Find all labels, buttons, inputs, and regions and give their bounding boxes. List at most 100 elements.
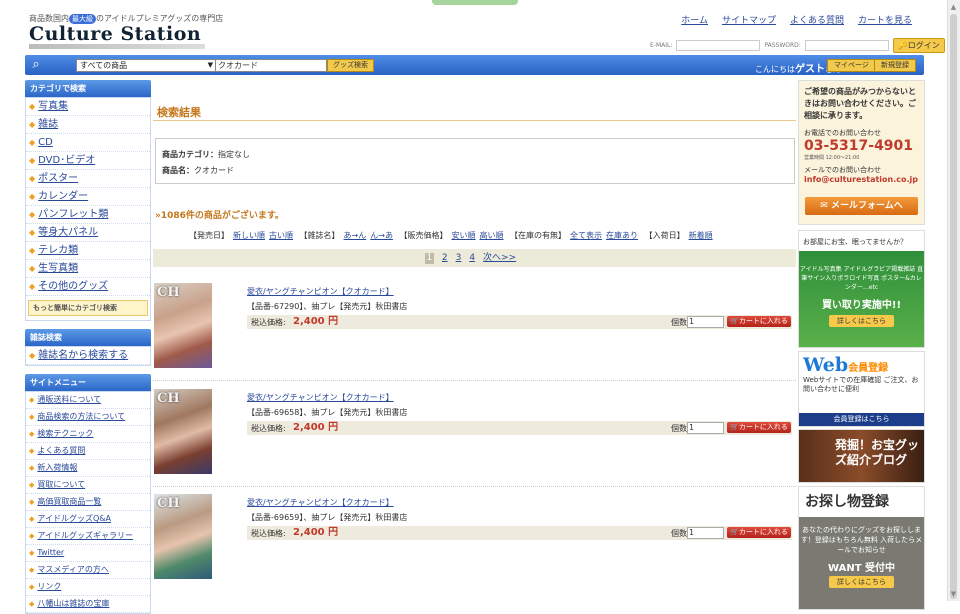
- quantity-label: 個数: [671, 529, 687, 538]
- category-item[interactable]: ◆ カレンダー: [26, 188, 150, 206]
- goods-search-button[interactable]: グッズ検索: [327, 59, 374, 72]
- add-to-cart-label: カートに入れる: [738, 423, 788, 431]
- quantity-input[interactable]: 1: [687, 316, 724, 328]
- site-menu-item[interactable]: ◆ 商品検索の方法について: [26, 409, 150, 426]
- page-link[interactable]: 4: [469, 253, 475, 263]
- email-field[interactable]: [676, 40, 761, 51]
- buyback-title: 買い取り実施中!!: [821, 300, 902, 311]
- mail-form-button[interactable]: ✉ メールフォームへ: [805, 197, 918, 215]
- scroll-down-icon[interactable]: ▼: [950, 589, 957, 599]
- sort-link[interactable]: 新しい順: [233, 231, 265, 240]
- want-more-button[interactable]: 詳しくはこちら: [829, 576, 894, 588]
- category-label: 写真集: [38, 101, 69, 112]
- envelope-icon: ✉: [820, 201, 828, 211]
- category-item[interactable]: ◆ ポスター: [26, 170, 150, 188]
- sort-link[interactable]: 古い順: [269, 231, 293, 240]
- link-faq[interactable]: よくある質問: [790, 13, 844, 26]
- sort-link[interactable]: 安い順: [452, 231, 476, 240]
- category-select[interactable]: すべての商品 ▼: [76, 59, 216, 72]
- category-item[interactable]: ◆ パンフレット類: [26, 206, 150, 224]
- category-item[interactable]: ◆ 等身大パネル: [26, 224, 150, 242]
- password-label: PASSWORD:: [764, 42, 801, 49]
- category-item[interactable]: ◆ 雑誌: [26, 116, 150, 134]
- quantity-input[interactable]: 1: [687, 527, 724, 539]
- register-button[interactable]: 新規登録: [874, 59, 916, 72]
- sort-link[interactable]: 新着順: [689, 231, 713, 240]
- site-logo[interactable]: Culture Station: [29, 23, 201, 45]
- blog-banner[interactable]: 発掘！お宝グッズ紹介ブログ: [798, 429, 925, 483]
- want-banner[interactable]: お探し物登録 あなたの代わりにグッズをお探しします！登録はもちろん無料 入荷した…: [798, 486, 925, 610]
- site-menu-label: 通販送料について: [37, 395, 102, 404]
- product-thumbnail[interactable]: CH: [154, 283, 212, 368]
- product-title[interactable]: 愛衣/ヤングチャンピオン【クオカード】: [247, 286, 394, 297]
- site-menu-item[interactable]: ◆ よくある質問: [26, 443, 150, 460]
- link-home[interactable]: ホーム: [681, 13, 708, 26]
- category-item[interactable]: ◆ CD: [26, 134, 150, 152]
- buyback-more-button[interactable]: 詳しくはこちら: [829, 315, 894, 327]
- keyword-input[interactable]: クオカード: [215, 59, 327, 72]
- item-divider: [153, 380, 796, 381]
- scrollbar[interactable]: ▲ ▼: [947, 0, 960, 601]
- scrollbar-thumb[interactable]: [950, 14, 957, 599]
- add-to-cart-button[interactable]: 🛒カートに入れる: [727, 316, 791, 327]
- category-item[interactable]: ◆ 写真集: [26, 98, 150, 116]
- site-menu-label: よくある質問: [37, 446, 86, 455]
- sort-group-label: 【在庫の有無】: [510, 231, 567, 240]
- sort-link[interactable]: あ→ん: [344, 231, 367, 240]
- site-menu-item[interactable]: ◆ 通販送料について: [26, 392, 150, 409]
- site-menu-item[interactable]: ◆ 高価買取商品一覧: [26, 494, 150, 511]
- sort-group-label: 【入荷日】: [644, 231, 685, 240]
- web-member-button[interactable]: 会員登録はこちら: [799, 413, 924, 426]
- magazine-header: 雑誌検索: [25, 329, 151, 346]
- site-menu-item[interactable]: ◆ 検索テクニック: [26, 426, 150, 443]
- site-menu-item[interactable]: ◆ マスメディアの方へ: [26, 562, 150, 579]
- product-thumbnail[interactable]: CH: [154, 494, 212, 579]
- mail-address[interactable]: info@culturestation.co.jp: [804, 175, 919, 184]
- link-cart[interactable]: カートを見る: [858, 13, 912, 26]
- sort-link[interactable]: 全て表示: [570, 231, 602, 240]
- category-item[interactable]: ◆ テレカ類: [26, 242, 150, 260]
- category-item[interactable]: ◆ 生写真類: [26, 260, 150, 278]
- category-easy-search-button[interactable]: もっと簡単にカテゴリ検索: [28, 300, 148, 316]
- site-menu-item[interactable]: ◆ 新入荷情報: [26, 460, 150, 477]
- sort-link[interactable]: 在庫あり: [606, 231, 638, 240]
- site-menu-item[interactable]: ◆ Twitter: [26, 545, 150, 562]
- login-button[interactable]: 🔑ログイン: [892, 38, 945, 53]
- product-thumbnail[interactable]: CH: [154, 389, 212, 474]
- condition-category-label: 商品カテゴリ：: [162, 150, 218, 159]
- web-member-banner[interactable]: Web会員登録 Webサイトでの在庫確認 ご注文、お問い合わせに便利 会員登録は…: [798, 351, 925, 427]
- category-label: テレカ類: [38, 245, 79, 256]
- page-link[interactable]: 3: [456, 253, 462, 263]
- magazine-search-link[interactable]: ◆ 雑誌名から検索する: [26, 347, 150, 365]
- password-field[interactable]: [804, 40, 889, 51]
- site-menu-label: マスメディアの方へ: [37, 565, 109, 574]
- product-item: CH 愛衣/ヤングチャンピオン【クオカード】 【品番-67290】、抽プレ【発売…: [153, 279, 796, 381]
- page-next-link[interactable]: 次へ>>: [483, 253, 516, 263]
- quantity-input[interactable]: 1: [687, 422, 724, 434]
- price-label: 税込価格:: [251, 529, 286, 538]
- contact-help-text: ご希望の商品がみつからないときはお問い合わせください。ご相談に承ります。: [804, 87, 916, 120]
- site-menu-item[interactable]: ◆ 買取について: [26, 477, 150, 494]
- mypage-button[interactable]: マイページ: [827, 59, 876, 72]
- sort-link[interactable]: ん→あ: [370, 231, 393, 240]
- product-meta: 【品番-69659】、抽プレ【発売元】秋田書店: [247, 513, 408, 522]
- site-menu-item[interactable]: ◆ リンク: [26, 579, 150, 596]
- category-item[interactable]: ◆ DVD･ビデオ: [26, 152, 150, 170]
- bullet-icon: ◆: [29, 228, 36, 237]
- link-sitemap[interactable]: サイトマップ: [722, 13, 776, 26]
- cover-logo: CH: [157, 285, 180, 300]
- site-menu-item[interactable]: ◆ 八幡山は雑誌の宝庫: [26, 596, 150, 613]
- product-title[interactable]: 愛衣/ヤングチャンピオン【クオカード】: [247, 497, 394, 508]
- condition-name: 商品名：クオカード: [162, 165, 788, 176]
- add-to-cart-button[interactable]: 🛒カートに入れる: [727, 527, 791, 538]
- page-link[interactable]: 2: [442, 253, 448, 263]
- site-menu-item[interactable]: ◆ アイドルグッズQ&A: [26, 511, 150, 528]
- buyback-banner[interactable]: お部屋にお宝、眠ってませんか？ アイドル写真集 アイドルグラビア掲載雑誌 直筆サ…: [798, 230, 925, 348]
- sort-link[interactable]: 高い順: [480, 231, 504, 240]
- category-item[interactable]: ◆ その他のグッズ: [26, 278, 150, 296]
- add-to-cart-button[interactable]: 🛒カートに入れる: [727, 422, 791, 433]
- search-icon: ⌕: [32, 57, 40, 72]
- scroll-up-icon[interactable]: ▲: [950, 2, 957, 12]
- product-title[interactable]: 愛衣/ヤングチャンピオン【クオカード】: [247, 392, 394, 403]
- site-menu-item[interactable]: ◆ アイドルグッズギャラリー: [26, 528, 150, 545]
